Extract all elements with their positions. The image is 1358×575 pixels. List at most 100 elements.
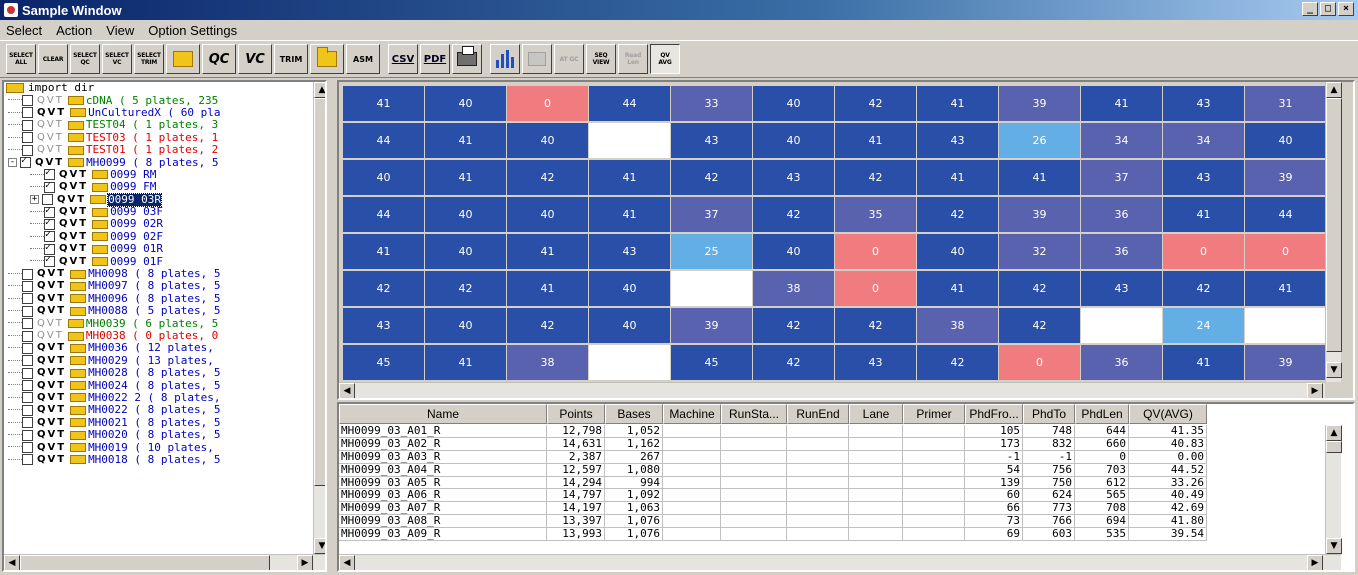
heatmap-cell[interactable] xyxy=(589,345,670,380)
heatmap-cell[interactable]: 42 xyxy=(753,345,834,380)
column-header[interactable]: Machine xyxy=(663,404,721,424)
tree-item-checkbox[interactable] xyxy=(44,205,55,218)
tree-item-checkbox[interactable] xyxy=(42,194,53,206)
column-header[interactable]: PhdFro... xyxy=(965,404,1023,424)
tree-vertical-scrollbar[interactable]: ▲ ▼ xyxy=(313,82,325,554)
heatmap-cell[interactable]: 38 xyxy=(753,271,834,306)
tree-item-checkbox[interactable] xyxy=(22,293,33,305)
heatmap-cell[interactable]: 43 xyxy=(589,234,670,269)
heatmap-cell[interactable]: 41 xyxy=(835,123,916,158)
heatmap-scroll-thumb[interactable] xyxy=(1326,98,1342,352)
heatmap-cell[interactable]: 39 xyxy=(1245,160,1325,195)
tree-item-checkbox[interactable] xyxy=(22,144,33,156)
tree-item[interactable]: QVT MH0088 ( 5 plates, 5 xyxy=(4,305,313,317)
scroll-right-button[interactable]: ▶ xyxy=(1307,555,1323,570)
heatmap-cell[interactable]: 42 xyxy=(425,271,506,306)
heatmap-cell[interactable]: 38 xyxy=(507,345,588,380)
heatmap-cell[interactable]: 41 xyxy=(425,345,506,380)
heatmap-cell[interactable]: 41 xyxy=(589,197,670,232)
csv-export-button[interactable]: CSV xyxy=(388,44,418,74)
minimize-button[interactable]: _ xyxy=(1302,2,1318,16)
expand-icon[interactable]: + xyxy=(30,195,39,205)
asm-button[interactable]: ASM xyxy=(346,44,380,74)
heatmap-cell[interactable]: 40 xyxy=(753,86,834,121)
qv-avg-button[interactable]: QV AVG xyxy=(650,44,680,74)
scroll-right-button[interactable]: ▶ xyxy=(1307,383,1323,398)
column-header[interactable]: Lane xyxy=(849,404,903,424)
tree-item[interactable]: QVT TEST04 ( 1 plates, 3 xyxy=(4,119,313,131)
tree-item[interactable]: QVT MH0029 ( 13 plates, xyxy=(4,354,313,367)
grid-layout-button[interactable] xyxy=(166,44,200,74)
heatmap-cell[interactable]: 44 xyxy=(589,86,670,121)
pdf-export-button[interactable]: PDF xyxy=(420,44,450,74)
tree-item-checkbox[interactable] xyxy=(22,342,33,354)
scroll-left-button[interactable]: ◀ xyxy=(339,555,355,570)
tree-horizontal-scrollbar[interactable]: ◀ ▶ xyxy=(4,554,325,570)
heatmap-cell[interactable]: 45 xyxy=(343,345,424,380)
heatmap-cell[interactable]: 40 xyxy=(507,123,588,158)
heatmap-cell[interactable]: 41 xyxy=(1081,86,1162,121)
heatmap-cell[interactable]: 40 xyxy=(753,123,834,158)
tree-item[interactable]: QVT MH0022 ( 8 plates, 5 xyxy=(4,404,313,416)
heatmap-cell[interactable]: 0 xyxy=(835,271,916,306)
heatmap-cell[interactable]: 41 xyxy=(425,160,506,195)
trim-button[interactable]: TRIM xyxy=(274,44,308,74)
tree-item-checkbox[interactable] xyxy=(44,167,55,181)
heatmap-cell[interactable]: 42 xyxy=(753,308,834,343)
tree-item-checkbox[interactable] xyxy=(22,318,33,330)
table-row[interactable]: MH0099_03_A07_R 14,197 1,063 66 773 708 42.69 xyxy=(339,502,1207,516)
heatmap-cell[interactable]: 40 xyxy=(425,86,506,121)
tree-item-checkbox[interactable] xyxy=(22,107,33,119)
column-header[interactable]: PhdTo xyxy=(1023,404,1075,424)
heatmap-cell[interactable]: 41 xyxy=(507,234,588,269)
tree-item[interactable]: QVT MH0097 ( 8 plates, 5 xyxy=(4,280,313,292)
heatmap-cell[interactable]: 42 xyxy=(917,345,998,380)
heatmap-cell[interactable]: 42 xyxy=(671,160,752,195)
heatmap-cell[interactable]: 36 xyxy=(1081,345,1162,380)
menu-select[interactable]: Select xyxy=(6,23,42,38)
heatmap-cell[interactable]: 34 xyxy=(1081,123,1162,158)
at-gc-button[interactable]: AT GC xyxy=(554,44,584,74)
heatmap-cell[interactable]: 36 xyxy=(1081,234,1162,269)
tree-item[interactable]: QVT MH0039 ( 6 plates, 5 xyxy=(4,317,313,330)
tree-item-checkbox[interactable] xyxy=(22,119,33,131)
tree-item-checkbox[interactable] xyxy=(22,355,33,367)
heatmap-cell[interactable]: 32 xyxy=(999,234,1080,269)
menu-option-settings[interactable]: Option Settings xyxy=(148,23,237,38)
tree-item-checkbox[interactable] xyxy=(22,305,33,317)
select-all-button[interactable]: SELECT ALL xyxy=(6,44,36,74)
tree-item-checkbox[interactable] xyxy=(22,330,33,342)
heatmap-cell[interactable]: 37 xyxy=(1081,160,1162,195)
select-qc-button[interactable]: SELECT QC xyxy=(70,44,100,74)
heatmap-cell[interactable]: 40 xyxy=(425,197,506,232)
heatmap-cell[interactable]: 43 xyxy=(753,160,834,195)
heatmap-cell[interactable]: 38 xyxy=(917,308,998,343)
heatmap-cell[interactable]: 45 xyxy=(671,345,752,380)
scroll-up-button[interactable]: ▲ xyxy=(1326,425,1342,441)
scroll-down-button[interactable]: ▼ xyxy=(1326,362,1342,378)
tree-item-checkbox[interactable] xyxy=(22,442,33,454)
scroll-right-button[interactable]: ▶ xyxy=(297,555,313,570)
table-row[interactable]: MH0099_03_A09_R 13,993 1,076 69 603 535 39.54 xyxy=(339,528,1207,542)
column-header[interactable]: Name xyxy=(339,404,547,424)
select-trim-button[interactable]: SELECT TRIM xyxy=(134,44,164,74)
tree-item-checkbox[interactable] xyxy=(22,95,33,107)
tree-item-checkbox[interactable] xyxy=(22,132,33,144)
tree-item-checkbox[interactable] xyxy=(44,180,55,193)
print-button[interactable] xyxy=(452,44,482,74)
heatmap-cell[interactable]: 43 xyxy=(1081,271,1162,306)
disabled-stats-button[interactable] xyxy=(522,44,552,74)
heatmap-cell[interactable]: 35 xyxy=(835,197,916,232)
heatmap-cell[interactable]: 43 xyxy=(917,123,998,158)
tree-scroll-thumb[interactable] xyxy=(314,98,325,486)
tree-item[interactable]: QVT MH0018 ( 8 plates, 5 xyxy=(4,453,313,466)
tree-item-checkbox[interactable] xyxy=(22,404,33,416)
tree-item[interactable]: QVT MH0021 ( 8 plates, 5 xyxy=(4,416,313,429)
heatmap-cell[interactable]: 41 xyxy=(589,160,670,195)
table-vertical-scrollbar[interactable]: ▲ ▼ xyxy=(1325,425,1342,554)
heatmap-cell[interactable]: 0 xyxy=(1245,234,1325,269)
scroll-down-button[interactable]: ▼ xyxy=(1326,538,1342,554)
tree-item[interactable]: QVT MH0022 2 ( 8 plates, xyxy=(4,391,313,404)
heatmap-cell[interactable]: 41 xyxy=(1163,197,1244,232)
tree-item[interactable]: QVT UnCulturedX ( 60 pla xyxy=(4,106,313,119)
